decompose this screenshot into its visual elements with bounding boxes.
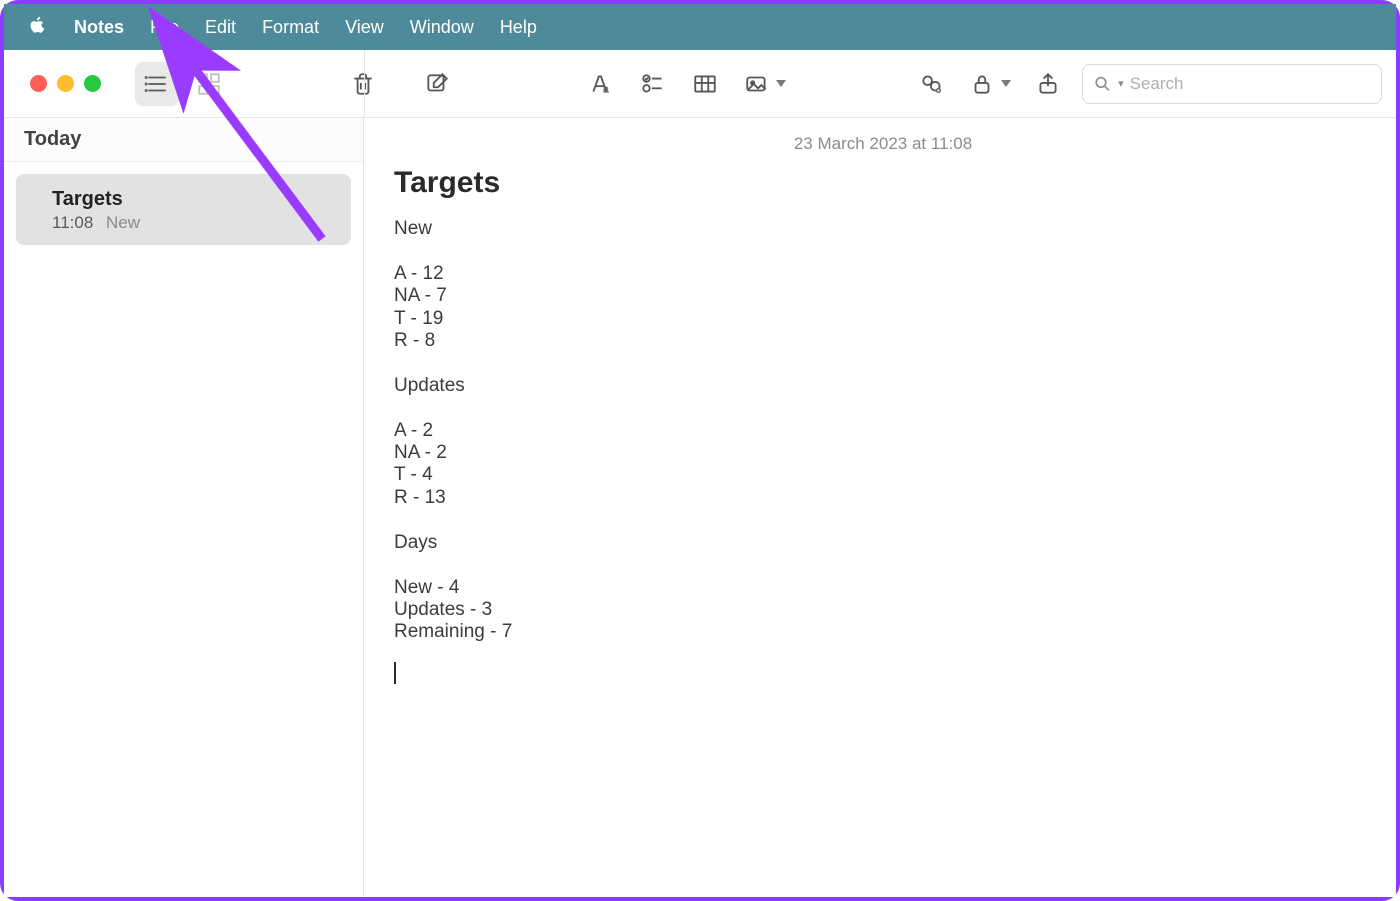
toolbar: a ▾	[4, 50, 1396, 118]
notes-sidebar: Today Targets 11:08 New	[4, 118, 364, 897]
menu-file[interactable]: File	[150, 17, 179, 38]
apple-logo-icon[interactable]	[26, 14, 48, 40]
media-button[interactable]	[735, 62, 795, 106]
menu-app[interactable]: Notes	[74, 17, 124, 38]
search-icon	[1093, 73, 1112, 95]
chevron-down-icon: ▾	[1118, 77, 1124, 90]
toolbar-divider	[364, 50, 365, 117]
window-close-icon[interactable]	[30, 75, 47, 92]
note-editor[interactable]: 23 March 2023 at 11:08 Targets New A - 1…	[364, 118, 1396, 897]
checklist-button[interactable]	[631, 62, 675, 106]
table-button[interactable]	[683, 62, 727, 106]
note-item-preview: New	[106, 213, 140, 232]
search-input[interactable]	[1130, 74, 1371, 94]
link-button[interactable]	[910, 62, 954, 106]
svg-text:a: a	[603, 84, 609, 95]
window-maximize-icon[interactable]	[84, 75, 101, 92]
new-note-button[interactable]	[415, 62, 459, 106]
notes-window: a ▾	[4, 50, 1396, 897]
lock-button[interactable]	[962, 62, 1018, 106]
gallery-view-button[interactable]	[187, 62, 231, 106]
window-traffic-lights[interactable]	[30, 75, 101, 92]
menu-window[interactable]: Window	[410, 17, 474, 38]
note-item-title: Targets	[52, 188, 333, 211]
note-list-item[interactable]: Targets 11:08 New	[16, 174, 351, 245]
list-view-button[interactable]	[135, 62, 179, 106]
delete-button[interactable]	[341, 62, 385, 106]
menu-format[interactable]: Format	[262, 17, 319, 38]
note-timestamp: 23 March 2023 at 11:08	[394, 134, 1372, 154]
format-text-button[interactable]: a	[579, 62, 623, 106]
note-body[interactable]: New A - 12 NA - 7 T - 19 R - 8 Updates A…	[394, 218, 1372, 644]
note-item-time: 11:08	[52, 213, 93, 232]
menu-view[interactable]: View	[345, 17, 384, 38]
menu-help[interactable]: Help	[500, 17, 537, 38]
share-button[interactable]	[1026, 62, 1070, 106]
text-cursor-icon	[394, 662, 396, 684]
note-title[interactable]: Targets	[394, 166, 1372, 200]
search-field[interactable]: ▾	[1082, 64, 1382, 104]
menu-edit[interactable]: Edit	[205, 17, 236, 38]
window-minimize-icon[interactable]	[57, 75, 74, 92]
sidebar-section-heading: Today	[4, 118, 363, 162]
macos-menubar: Notes File Edit Format View Window Help	[4, 4, 1396, 50]
